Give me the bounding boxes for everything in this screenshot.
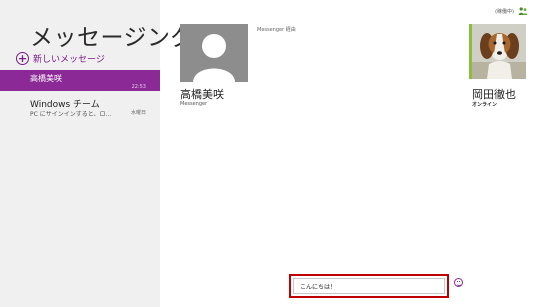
conversation-preview: PC にサインインすると、ロ…: [30, 111, 112, 118]
conversation-time: 水曜日: [130, 110, 146, 116]
user-status[interactable]: (稼働中): [495, 6, 528, 16]
status-label: (稼働中): [495, 8, 514, 15]
self-avatar: [180, 24, 248, 82]
conversation-time: 22:53: [131, 84, 146, 90]
message-compose-box[interactable]: こんにちは！: [289, 274, 449, 298]
app-title: メッセージング: [30, 25, 195, 51]
message-input[interactable]: こんにちは！: [293, 278, 445, 294]
conversation-sidebar: メッセージング + 新しいメッセージ 高橋美咲 22:53 Windows チー…: [0, 0, 194, 307]
smiley-icon[interactable]: [454, 278, 463, 287]
conversation-item[interactable]: Windows チーム PC にサインインすると、ロ… 水曜日: [0, 94, 160, 118]
conversation-name: 高橋美咲: [30, 74, 62, 83]
new-message-button[interactable]: + 新しいメッセージ: [16, 50, 105, 66]
default-avatar-icon: [180, 24, 248, 82]
conversation-item-selected[interactable]: 高橋美咲 22:53: [0, 70, 160, 91]
self-name: 高橋美咲: [180, 88, 224, 101]
conversation-via-label: Messenger 経由: [257, 27, 296, 33]
contact-status: オンライン: [472, 102, 498, 108]
self-status: Messenger: [180, 101, 208, 107]
plus-circle-icon: +: [16, 51, 29, 65]
message-input-text: こんにちは！: [300, 284, 337, 291]
dog-photo: [472, 24, 526, 79]
people-icon: [518, 7, 528, 15]
contact-avatar[interactable]: [472, 24, 526, 79]
new-message-label: 新しいメッセージ: [33, 54, 105, 65]
contact-name: 岡田徹也: [472, 88, 516, 101]
